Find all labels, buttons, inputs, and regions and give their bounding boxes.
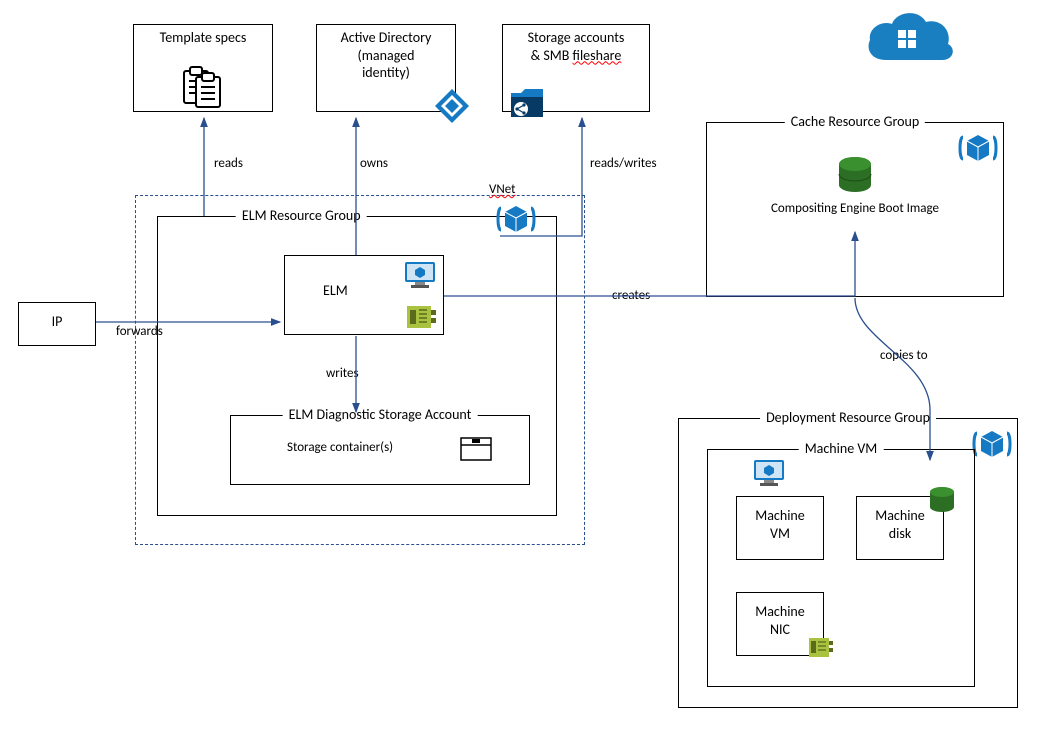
deploy-rg-title: Deployment Resource Group bbox=[760, 409, 936, 426]
machine-vm-group: Machine VM Machine VM Machine disk bbox=[707, 449, 975, 687]
active-directory-box: Active Directory (managed identity) bbox=[316, 24, 456, 112]
machine-vm-group-title: Machine VM bbox=[799, 440, 884, 457]
storage-accounts-label: Storage accounts & SMB fileshare bbox=[503, 25, 649, 68]
boot-image-label: Compositing Engine Boot Image bbox=[771, 201, 939, 216]
diagram-canvas: Azure Template specs Active Directory (m… bbox=[0, 0, 1041, 733]
elm-box: ELM bbox=[284, 255, 444, 335]
elm-diag-title: ELM Diagnostic Storage Account bbox=[283, 406, 478, 423]
resource-group-icon bbox=[495, 200, 537, 238]
resource-group-icon bbox=[957, 129, 999, 167]
nic-icon bbox=[807, 635, 835, 661]
elm-rg-title: ELM Resource Group bbox=[236, 207, 367, 224]
machine-disk-box: Machine disk bbox=[856, 496, 944, 560]
ip-box: IP bbox=[18, 302, 96, 346]
disk-icon bbox=[927, 485, 957, 515]
resource-group-icon bbox=[971, 425, 1013, 463]
deployment-resource-group: Deployment Resource Group Machine VM Mac… bbox=[678, 418, 1018, 708]
container-icon bbox=[459, 436, 493, 462]
disk-icon bbox=[835, 155, 875, 195]
vm-monitor-icon bbox=[403, 260, 437, 290]
cache-rg-title: Cache Resource Group bbox=[785, 113, 925, 130]
owns-label: owns bbox=[360, 156, 388, 171]
machine-nic-box: Machine NIC bbox=[736, 592, 824, 656]
azure-cloud-icon: Azure bbox=[860, 8, 956, 78]
forwards-label: forwards bbox=[116, 324, 163, 339]
storage-accounts-box: Storage accounts & SMB fileshare bbox=[502, 24, 650, 112]
copies-to-label: copies to bbox=[880, 348, 928, 363]
cache-resource-group: Cache Resource Group Compositing Engine … bbox=[706, 122, 1004, 297]
fileshare-icon bbox=[507, 81, 551, 121]
elm-diagnostic-storage-account: ELM Diagnostic Storage Account Storage c… bbox=[230, 415, 530, 485]
svg-text:Azure: Azure bbox=[887, 59, 927, 76]
creates-label: creates bbox=[612, 288, 650, 303]
reads-writes-label: reads/writes bbox=[590, 156, 657, 171]
vnet-label: VNet bbox=[489, 182, 516, 197]
nic-icon bbox=[405, 302, 437, 332]
ip-label: IP bbox=[19, 303, 95, 335]
template-specs-box: Template specs bbox=[133, 24, 273, 112]
clipboard-icon bbox=[180, 65, 228, 109]
storage-containers-label: Storage container(s) bbox=[287, 440, 393, 455]
template-specs-label: Template specs bbox=[134, 25, 272, 51]
active-directory-label: Active Directory (managed identity) bbox=[317, 25, 455, 86]
machine-vm-box: Machine VM bbox=[736, 496, 824, 560]
vm-monitor-icon bbox=[752, 458, 786, 488]
writes-label: writes bbox=[326, 366, 359, 381]
reads-label: reads bbox=[214, 156, 243, 171]
machine-vm-label: Machine VM bbox=[737, 497, 823, 546]
azure-ad-icon bbox=[433, 87, 471, 125]
